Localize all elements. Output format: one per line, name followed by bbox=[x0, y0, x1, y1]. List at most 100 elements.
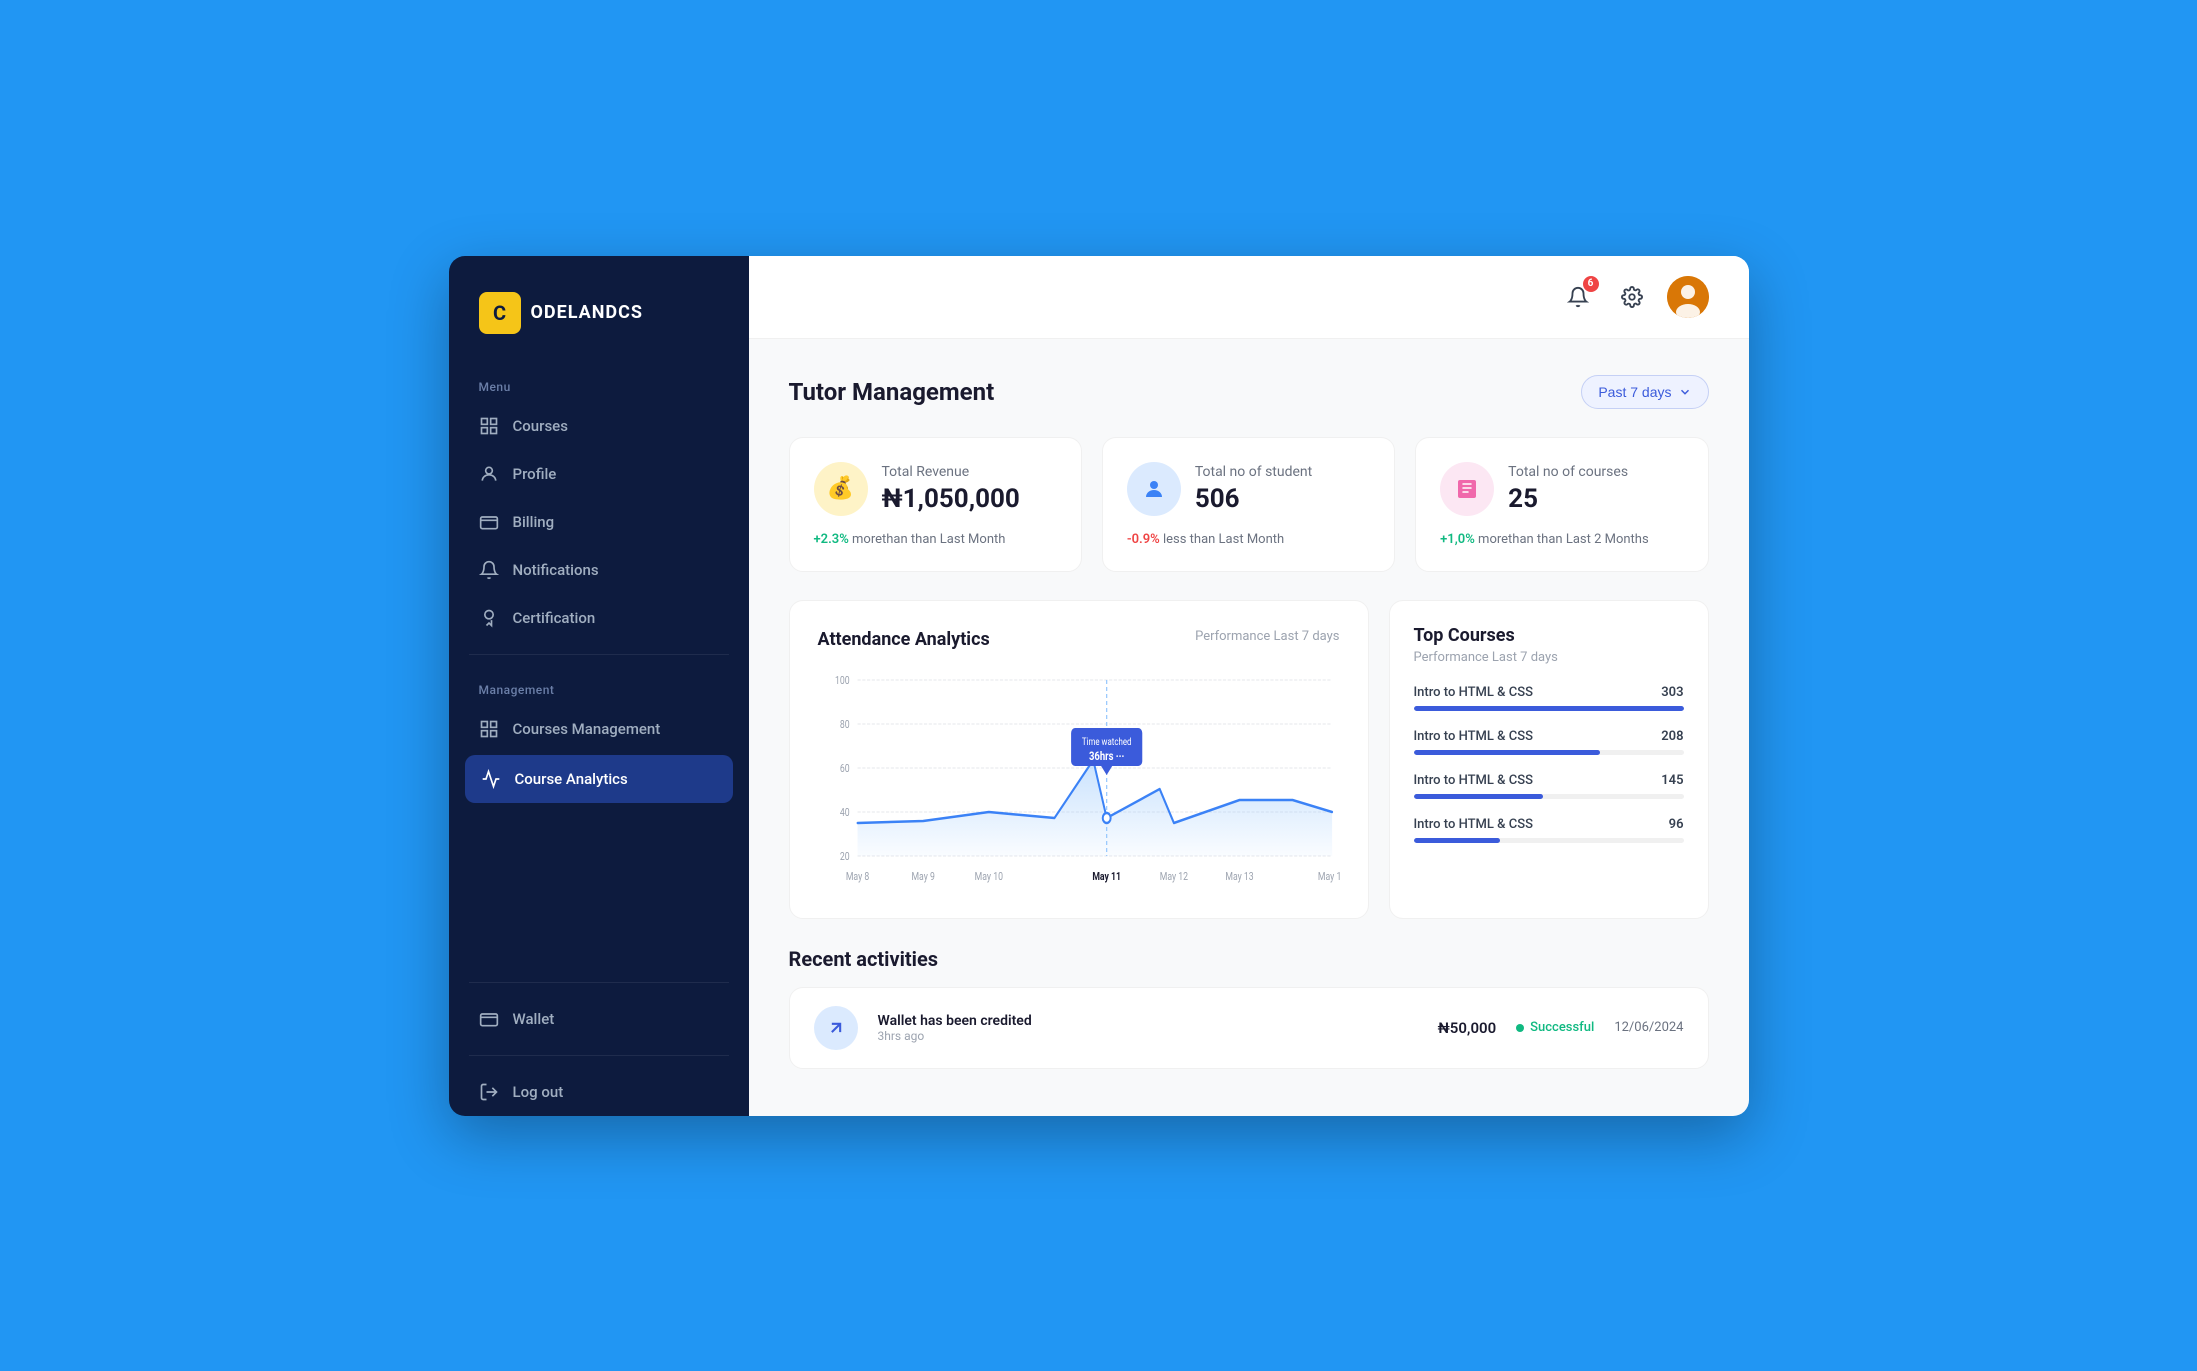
stat-students-label: Total no of student bbox=[1195, 464, 1312, 480]
sidebar-item-certification[interactable]: Certification bbox=[449, 594, 749, 642]
students-icon bbox=[1127, 462, 1181, 516]
main-content: 6 Tutor Management Past bbox=[749, 256, 1749, 1116]
svg-text:80: 80 bbox=[839, 719, 849, 731]
arrow-up-icon bbox=[826, 1018, 846, 1038]
stat-courses-label: Total no of courses bbox=[1508, 464, 1628, 480]
sidebar-item-courses[interactable]: Courses bbox=[449, 402, 749, 450]
course-bar-fill-1 bbox=[1414, 706, 1684, 711]
svg-text:May 8: May 8 bbox=[845, 871, 869, 883]
stat-courses-info: Total no of courses 25 bbox=[1508, 464, 1628, 514]
status-dot bbox=[1516, 1024, 1524, 1032]
recent-activities-section: Recent activities Wallet has been credit… bbox=[789, 947, 1709, 1069]
stat-courses-footer: +1,0% morethan than Last 2 Months bbox=[1440, 532, 1683, 547]
settings-button[interactable] bbox=[1613, 278, 1651, 316]
activity-title: Wallet has been credited bbox=[878, 1013, 1418, 1029]
menu-section-label: Menu bbox=[449, 364, 749, 402]
stat-students-footer: -0.9% less than Last Month bbox=[1127, 532, 1370, 547]
stat-card-students-top: Total no of student 506 bbox=[1127, 462, 1370, 516]
sidebar-item-notifications-label: Notifications bbox=[513, 561, 599, 579]
course-item-4-count: 96 bbox=[1669, 817, 1684, 832]
notifications-button[interactable]: 6 bbox=[1559, 278, 1597, 316]
grid-icon bbox=[479, 416, 499, 436]
course-item-2-name: Intro to HTML & CSS bbox=[1414, 729, 1533, 744]
grid-icon-mgmt bbox=[479, 719, 499, 739]
page-body: Tutor Management Past 7 days 💰 Total Rev… bbox=[749, 339, 1749, 1116]
stat-cards: 💰 Total Revenue ₦1,050,000 +2.3% moretha… bbox=[789, 437, 1709, 572]
course-item-3: Intro to HTML & CSS 145 bbox=[1414, 773, 1684, 799]
sidebar-item-courses-management-label: Courses Management bbox=[513, 720, 661, 738]
sidebar-item-billing[interactable]: Billing bbox=[449, 498, 749, 546]
chart-area: 100 80 60 40 20 bbox=[818, 670, 1340, 890]
stat-card-courses-top: Total no of courses 25 bbox=[1440, 462, 1683, 516]
sidebar-item-notifications[interactable]: Notifications bbox=[449, 546, 749, 594]
sidebar-item-profile[interactable]: Profile bbox=[449, 450, 749, 498]
sidebar-item-course-analytics[interactable]: Course Analytics bbox=[465, 755, 733, 803]
avatar[interactable] bbox=[1667, 276, 1709, 318]
sidebar-item-profile-label: Profile bbox=[513, 465, 557, 483]
user-icon bbox=[479, 464, 499, 484]
course-item-2-header: Intro to HTML & CSS 208 bbox=[1414, 729, 1684, 744]
top-courses-title: Top Courses bbox=[1414, 625, 1684, 646]
chart-title: Attendance Analytics bbox=[818, 629, 990, 650]
activity-amount: ₦50,000 bbox=[1438, 1019, 1497, 1037]
stat-students-info: Total no of student 506 bbox=[1195, 464, 1312, 514]
stat-revenue-change-text: morethan than Last Month bbox=[852, 532, 1005, 547]
stat-card-revenue: 💰 Total Revenue ₦1,050,000 +2.3% moretha… bbox=[789, 437, 1082, 572]
revenue-icon: 💰 bbox=[814, 462, 868, 516]
sidebar-item-logout-label: Log out bbox=[513, 1083, 564, 1101]
activity-icon bbox=[814, 1006, 858, 1050]
stat-revenue-footer: +2.3% morethan than Last Month bbox=[814, 532, 1057, 547]
sidebar-item-wallet-label: Wallet bbox=[513, 1010, 555, 1028]
stat-revenue-label: Total Revenue bbox=[882, 464, 1020, 480]
course-item-3-header: Intro to HTML & CSS 145 bbox=[1414, 773, 1684, 788]
svg-text:Time watched: Time watched bbox=[1081, 737, 1131, 748]
recent-activities-title: Recent activities bbox=[789, 947, 1709, 971]
sidebar-item-courses-management[interactable]: Courses Management bbox=[449, 705, 749, 753]
chart-subtitle: Performance Last 7 days bbox=[1195, 629, 1339, 644]
stat-courses-value: 25 bbox=[1508, 484, 1628, 514]
svg-text:May 10: May 10 bbox=[974, 871, 1002, 883]
sidebar-item-course-analytics-label: Course Analytics bbox=[515, 770, 628, 788]
logo-icon: C bbox=[479, 292, 521, 334]
period-selector-button[interactable]: Past 7 days bbox=[1581, 375, 1708, 409]
logo-text: ODELANDCS bbox=[531, 302, 644, 323]
chevron-down-icon bbox=[1678, 385, 1692, 399]
activity-item: Wallet has been credited 3hrs ago ₦50,00… bbox=[789, 987, 1709, 1069]
activity-date: 12/06/2024 bbox=[1614, 1020, 1683, 1035]
page-title: Tutor Management bbox=[789, 378, 995, 406]
chart-icon bbox=[481, 769, 501, 789]
svg-text:May 11: May 11 bbox=[1092, 871, 1121, 883]
gear-icon bbox=[1621, 286, 1643, 308]
stat-card-students: Total no of student 506 -0.9% less than … bbox=[1102, 437, 1395, 572]
sidebar-item-certification-label: Certification bbox=[513, 609, 596, 627]
course-bar-fill-4 bbox=[1414, 838, 1500, 843]
chart-header: Attendance Analytics Performance Last 7 … bbox=[818, 629, 1340, 650]
main-nav: Courses Profile Billing Notifications bbox=[449, 402, 749, 642]
sidebar-divider-3 bbox=[469, 1055, 729, 1056]
course-bar-bg-3 bbox=[1414, 794, 1684, 799]
svg-text:May 9: May 9 bbox=[911, 871, 934, 883]
svg-text:20: 20 bbox=[839, 851, 849, 863]
course-item-1-header: Intro to HTML & CSS 303 bbox=[1414, 685, 1684, 700]
period-selector-label: Past 7 days bbox=[1598, 384, 1671, 400]
line-chart: 100 80 60 40 20 bbox=[818, 670, 1340, 890]
svg-text:May 13: May 13 bbox=[1225, 871, 1253, 883]
svg-text:60: 60 bbox=[839, 763, 849, 775]
top-courses-card: Top Courses Performance Last 7 days Intr… bbox=[1389, 600, 1709, 919]
stat-card-revenue-top: 💰 Total Revenue ₦1,050,000 bbox=[814, 462, 1057, 516]
notification-badge: 6 bbox=[1583, 276, 1599, 292]
stat-students-value: 506 bbox=[1195, 484, 1312, 514]
wallet-icon bbox=[479, 1009, 499, 1029]
stat-students-change: -0.9% bbox=[1127, 532, 1160, 547]
course-bar-bg-2 bbox=[1414, 750, 1684, 755]
sidebar-item-logout[interactable]: Log out bbox=[449, 1068, 749, 1116]
sidebar-item-courses-label: Courses bbox=[513, 417, 568, 435]
main-header: 6 bbox=[749, 256, 1749, 339]
sidebar-item-wallet[interactable]: Wallet bbox=[449, 995, 749, 1043]
svg-text:100: 100 bbox=[834, 675, 849, 687]
course-item-1-count: 303 bbox=[1661, 685, 1683, 700]
activity-status-text: Successful bbox=[1530, 1020, 1594, 1035]
page-header-row: Tutor Management Past 7 days bbox=[789, 375, 1709, 409]
top-courses-subtitle: Performance Last 7 days bbox=[1414, 650, 1684, 665]
attendance-chart-card: Attendance Analytics Performance Last 7 … bbox=[789, 600, 1369, 919]
